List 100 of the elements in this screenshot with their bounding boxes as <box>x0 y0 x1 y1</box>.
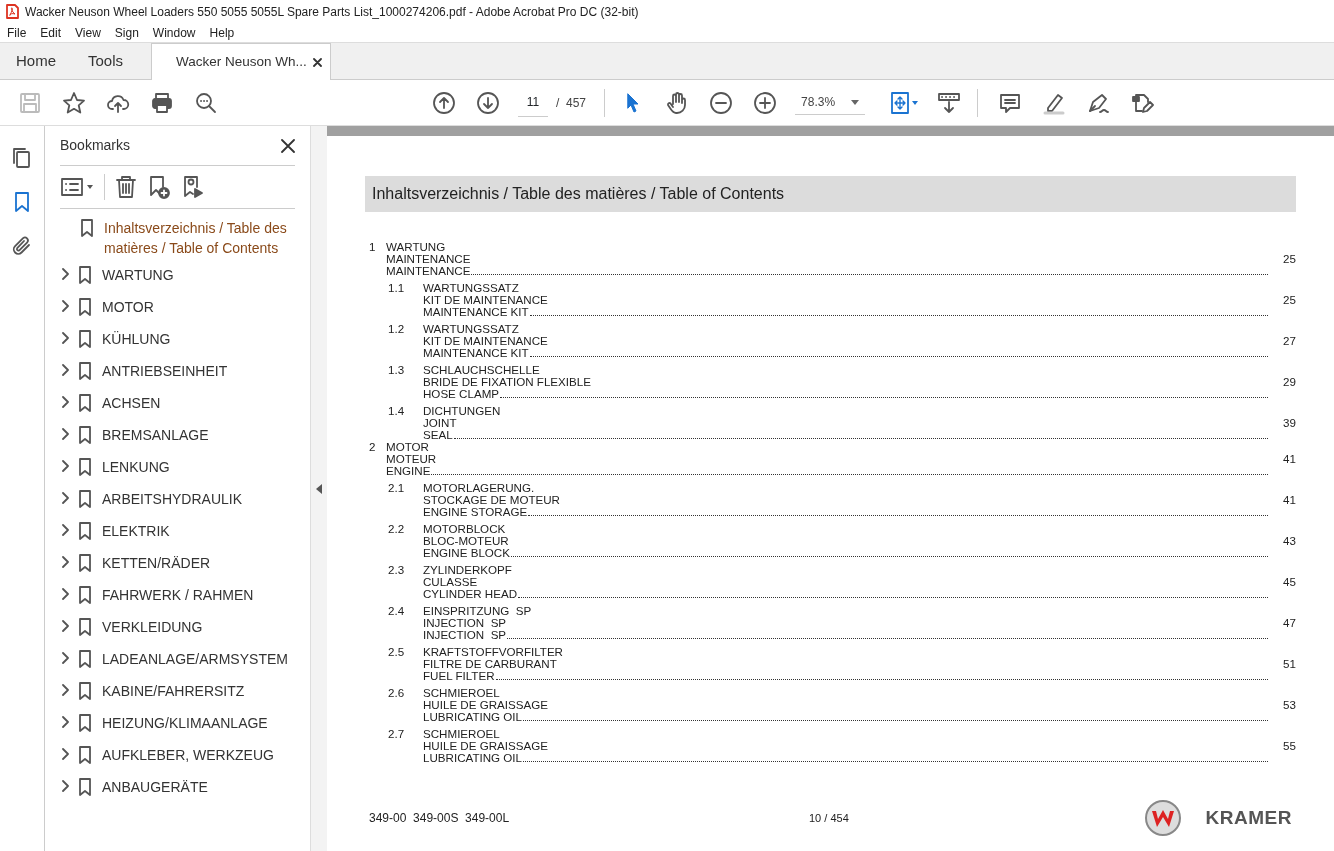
bookmark-label[interactable]: ELEKTRIK <box>102 521 170 541</box>
toc-entry-text[interactable]: INJECTION SP <box>423 629 507 641</box>
bookmark-label[interactable]: AUFKLEBER, WERKZEUG <box>102 745 274 765</box>
toc-entry-text[interactable]: CULASSE <box>423 576 478 588</box>
chevron-right-icon[interactable] <box>60 332 72 344</box>
toc-page-number[interactable]: 41 <box>1268 494 1296 506</box>
bookmark-label[interactable]: BREMSANLAGE <box>102 425 209 445</box>
bookmark-add-icon[interactable] <box>147 175 171 199</box>
toc-entry-text[interactable]: ENGINE BLOCK <box>423 547 510 559</box>
toc-entry-text[interactable]: STOCKAGE DE MOTEUR <box>423 494 560 506</box>
toc-entry-text[interactable]: KIT DE MAINTENANCE <box>423 335 548 347</box>
toc-page-number[interactable]: 27 <box>1268 335 1296 347</box>
chevron-right-icon[interactable] <box>60 780 72 792</box>
chevron-right-icon[interactable] <box>60 556 72 568</box>
close-icon[interactable] <box>312 57 322 67</box>
menu-item[interactable]: File <box>7 23 27 42</box>
chevron-right-icon[interactable] <box>60 716 72 728</box>
toc-page-number[interactable]: 51 <box>1268 658 1296 670</box>
toc-entry-text[interactable]: DICHTUNGEN <box>423 405 501 417</box>
toc-entry-text[interactable]: KRAFTSTOFFVORFILTER <box>423 646 563 658</box>
trash-icon[interactable] <box>115 175 137 199</box>
bookmark-label[interactable]: VERKLEIDUNG <box>102 617 203 637</box>
chevron-right-icon[interactable] <box>60 588 72 600</box>
toc-entry-text[interactable]: HUILE DE GRAISSAGE <box>423 740 548 752</box>
toc-entry-text[interactable]: MOTEUR <box>386 453 437 465</box>
toc-page-number[interactable]: 29 <box>1268 376 1296 388</box>
toc-entry-text[interactable]: ZYLINDERKOPF <box>423 564 512 576</box>
toc-entry-text[interactable]: HUILE DE GRAISSAGE <box>423 699 548 711</box>
toc-entry-text[interactable]: INJECTION SP <box>423 617 507 629</box>
menu-item[interactable]: Edit <box>40 23 62 42</box>
nav-tab[interactable]: Home <box>0 43 72 79</box>
chevron-right-icon[interactable] <box>60 396 72 408</box>
bookmark-properties-icon[interactable] <box>181 175 205 199</box>
toc-entry-text[interactable]: CYLINDER HEAD <box>423 588 518 600</box>
bookmark-label[interactable]: MOTOR <box>102 297 154 317</box>
toc-page-number[interactable]: 25 <box>1268 294 1296 306</box>
bookmark-label[interactable]: LENKUNG <box>102 457 170 477</box>
toc-page-number[interactable]: 43 <box>1268 535 1296 547</box>
chevron-right-icon[interactable] <box>60 460 72 472</box>
toc-entry-text[interactable]: SCHMIEROEL <box>423 687 500 699</box>
chevron-right-icon[interactable] <box>60 652 72 664</box>
bookmark-label[interactable]: Inhaltsverzeichnis / Table des matières / Table of Contents <box>104 218 295 258</box>
bookmark-label[interactable]: ANBAUGERÄTE <box>102 777 208 797</box>
toc-entry-text[interactable]: ENGINE STORAGE <box>423 506 528 518</box>
toc-entry-text[interactable]: FILTRE DE CARBURANT <box>423 658 557 670</box>
options-menu-icon[interactable] <box>60 177 94 197</box>
chevron-right-icon[interactable] <box>60 428 72 440</box>
collapse-arrow-icon[interactable] <box>316 483 322 494</box>
toc-page-number[interactable]: 47 <box>1268 617 1296 629</box>
chevron-right-icon[interactable] <box>60 364 72 376</box>
toc-entry-text[interactable]: KIT DE MAINTENANCE <box>423 294 548 306</box>
toc-entry-text[interactable]: SEAL <box>423 429 453 441</box>
bookmark-label[interactable]: ANTRIEBSEINHEIT <box>102 361 228 381</box>
toc-entry-text[interactable]: WARTUNGSSATZ <box>423 282 519 294</box>
nav-tab[interactable]: Tools <box>72 43 140 79</box>
toc-entry-text[interactable]: MAINTENANCE KIT <box>423 347 529 359</box>
toc-entry-text[interactable]: HOSE CLAMP <box>423 388 500 400</box>
chevron-right-icon[interactable] <box>60 684 72 696</box>
toc-entry-text[interactable]: ENGINE <box>386 465 431 477</box>
toc-entry-text[interactable]: MAINTENANCE <box>386 253 471 265</box>
bookmark-label[interactable]: KETTEN/RÄDER <box>102 553 211 573</box>
menu-item[interactable]: View <box>75 23 101 42</box>
toc-entry-text[interactable]: EINSPRITZUNG SP <box>423 605 532 617</box>
zoom-dropdown[interactable]: 78.3% <box>795 90 866 115</box>
toc-entry-text[interactable]: BRIDE DE FIXATION FLEXIBLE <box>423 376 591 388</box>
toc-entry-text[interactable]: JOINT <box>423 417 457 429</box>
chevron-right-icon[interactable] <box>60 268 72 280</box>
chevron-right-icon[interactable] <box>60 748 72 760</box>
toc-entry-text[interactable]: MOTORBLOCK <box>423 523 506 535</box>
toc-entry-text[interactable]: MAINTENANCE <box>386 265 471 277</box>
close-icon[interactable] <box>281 138 295 153</box>
bookmark-label[interactable]: KABINE/FAHRERSITZ <box>102 681 245 701</box>
menu-item[interactable]: Sign <box>114 23 139 42</box>
toc-entry-text[interactable]: BLOC-MOTEUR <box>423 535 509 547</box>
toc-entry-text[interactable]: WARTUNGSSATZ <box>423 323 519 335</box>
bookmark-label[interactable]: WARTUNG <box>102 265 174 285</box>
toc-page-number[interactable]: 55 <box>1268 740 1296 752</box>
bookmark-label[interactable]: LADEANLAGE/ARMSYSTEM <box>102 649 288 669</box>
menu-item[interactable]: Help <box>209 23 235 42</box>
document-tab[interactable]: Wacker Neuson Wh... <box>151 43 332 80</box>
chevron-right-icon[interactable] <box>60 524 72 536</box>
toc-page-number[interactable]: 39 <box>1268 417 1296 429</box>
toc-page-number[interactable]: 41 <box>1268 453 1296 465</box>
toc-page-number[interactable]: 45 <box>1268 576 1296 588</box>
chevron-right-icon[interactable] <box>60 300 72 312</box>
chevron-right-icon[interactable] <box>60 492 72 504</box>
toc-entry-text[interactable]: MOTOR <box>386 441 429 453</box>
toc-entry-text[interactable]: WARTUNG <box>386 241 446 253</box>
toc-entry-text[interactable]: SCHMIEROEL <box>423 728 500 740</box>
bookmark-label[interactable]: ARBEITSHYDRAULIK <box>102 489 243 509</box>
toc-entry-text[interactable]: MOTORLAGERUNG. <box>423 482 535 494</box>
toc-entry-text[interactable]: SCHLAUCHSCHELLE <box>423 364 540 376</box>
toc-entry-text[interactable]: LUBRICATING OIL <box>423 711 522 723</box>
bookmark-label[interactable]: HEIZUNG/KLIMAANLAGE <box>102 713 268 733</box>
toc-entry-text[interactable]: LUBRICATING OIL <box>423 752 522 764</box>
bookmark-label[interactable]: FAHRWERK / RAHMEN <box>102 585 254 605</box>
toc-entry-text[interactable]: FUEL FILTER <box>423 670 495 682</box>
chevron-right-icon[interactable] <box>60 620 72 632</box>
toc-page-number[interactable]: 25 <box>1268 253 1296 265</box>
toc-entry-text[interactable]: MAINTENANCE KIT <box>423 306 529 318</box>
